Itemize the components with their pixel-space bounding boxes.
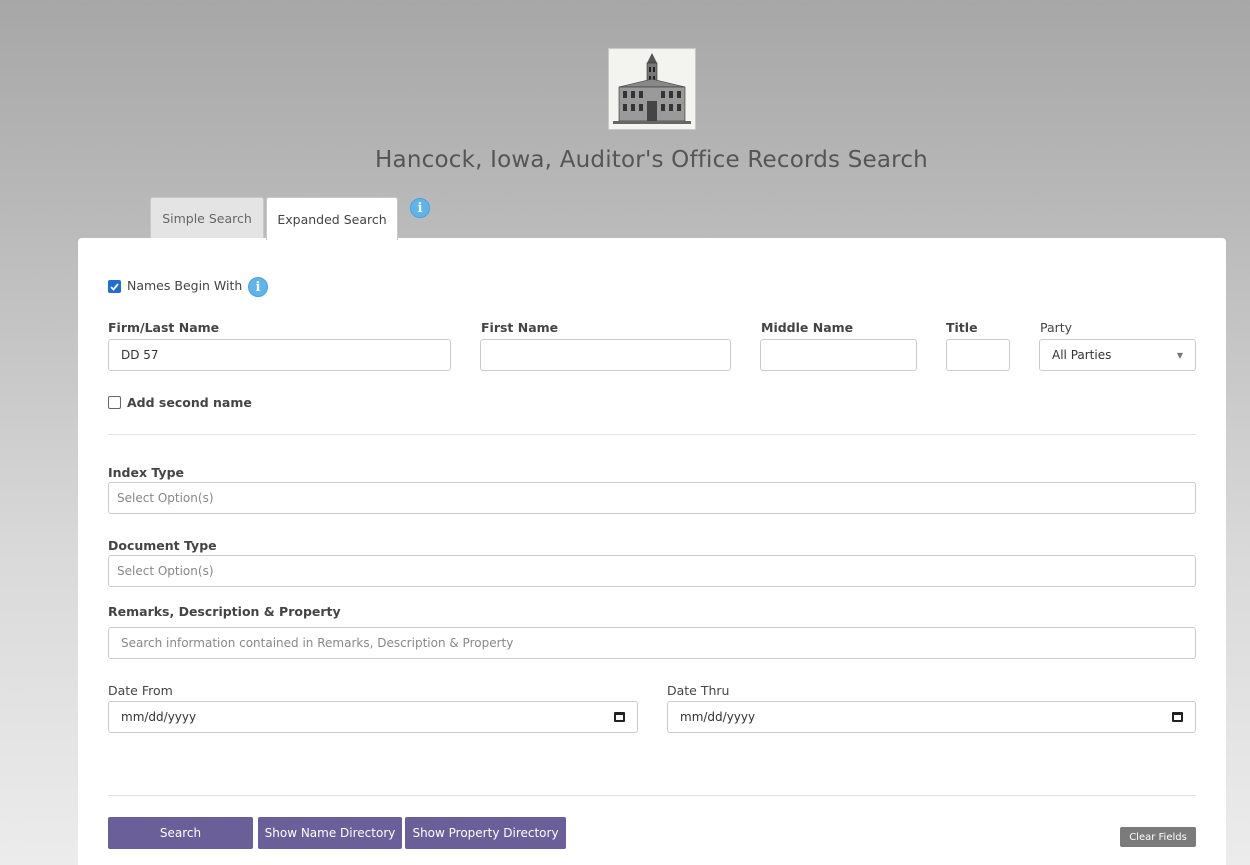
names-begin-with-label: Names Begin With <box>127 278 243 293</box>
remarks-input[interactable] <box>121 636 1183 650</box>
title-input[interactable] <box>959 348 997 362</box>
last-name-label: Firm/Last Name <box>108 320 220 335</box>
remarks-label: Remarks, Description & Property <box>108 604 341 619</box>
date-from-label: Date From <box>108 683 173 698</box>
middle-name-label: Middle Name <box>761 320 854 335</box>
date-from-field[interactable]: mm/dd/yyyy <box>108 701 638 733</box>
first-name-label: First Name <box>481 320 559 335</box>
calendar-icon[interactable] <box>1172 712 1183 722</box>
index-type-label: Index Type <box>108 465 185 480</box>
middle-name-field[interactable] <box>760 339 917 371</box>
chevron-down-icon: ▼ <box>1176 351 1183 360</box>
add-second-name-checkbox[interactable] <box>108 396 121 409</box>
add-second-name-label: Add second name <box>127 395 252 410</box>
page-title: Hancock, Iowa, Auditor's Office Records … <box>375 147 928 173</box>
last-name-input[interactable] <box>121 348 438 362</box>
party-label: Party <box>1040 320 1073 335</box>
date-from-placeholder: mm/dd/yyyy <box>121 710 197 724</box>
info-icon[interactable]: i <box>410 198 430 218</box>
party-select[interactable]: All Parties ▼ <box>1039 339 1196 371</box>
index-type-multiselect[interactable] <box>108 482 1196 514</box>
title-label: Title <box>946 320 978 335</box>
middle-name-input[interactable] <box>773 348 904 362</box>
names-begin-with-checkbox[interactable] <box>108 280 121 293</box>
divider <box>108 434 1196 435</box>
remarks-field[interactable] <box>108 627 1196 659</box>
show-name-directory-button[interactable]: Show Name Directory <box>258 817 402 849</box>
date-thru-label: Date Thru <box>667 683 730 698</box>
courthouse-drawing <box>609 49 695 129</box>
first-name-field[interactable] <box>480 339 731 371</box>
date-thru-field[interactable]: mm/dd/yyyy <box>667 701 1196 733</box>
last-name-field[interactable] <box>108 339 451 371</box>
document-type-input[interactable] <box>117 564 1187 578</box>
first-name-input[interactable] <box>493 348 718 362</box>
checkmark-icon <box>110 282 119 291</box>
clear-fields-button[interactable]: Clear Fields <box>1120 827 1196 847</box>
divider <box>108 795 1196 796</box>
show-property-directory-button[interactable]: Show Property Directory <box>405 817 566 849</box>
date-thru-placeholder: mm/dd/yyyy <box>680 710 756 724</box>
calendar-icon[interactable] <box>614 712 625 722</box>
tab-expanded-search[interactable]: Expanded Search <box>266 197 398 240</box>
tab-simple-search[interactable]: Simple Search <box>150 197 264 239</box>
document-type-label: Document Type <box>108 538 217 553</box>
courthouse-logo <box>608 48 696 130</box>
title-field[interactable] <box>946 339 1010 371</box>
names-begin-with-info-icon[interactable]: i <box>248 277 268 297</box>
search-button[interactable]: Search <box>108 817 253 849</box>
expanded-search-panel: Names Begin With i Firm/Last Name First … <box>78 238 1226 865</box>
index-type-input[interactable] <box>117 491 1187 505</box>
document-type-multiselect[interactable] <box>108 555 1196 587</box>
party-selected-value: All Parties <box>1052 348 1112 362</box>
